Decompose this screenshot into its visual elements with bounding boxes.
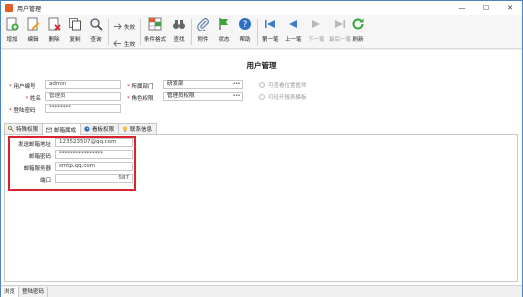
password-field[interactable]: ********: [45, 104, 121, 113]
lightbulb-icon: [123, 126, 128, 132]
role-label: * 角色权限: [127, 96, 154, 102]
toolbar-separator: [191, 19, 192, 45]
login-password-tab[interactable]: 登陆密码: [19, 286, 49, 297]
status-button[interactable]: 状态: [217, 17, 231, 43]
refresh-icon: [352, 18, 364, 30]
tab-special-permissions[interactable]: 特殊权限: [4, 123, 44, 134]
checkbox-icon: [259, 94, 265, 100]
add-document-icon: [6, 17, 19, 31]
grid-format-icon: [148, 17, 162, 31]
dropdown-dots-icon: •••: [232, 81, 241, 87]
copy-button[interactable]: 复制: [68, 17, 82, 43]
invalidate-button[interactable]: 失效: [113, 22, 135, 31]
next-record-button[interactable]: 下一笔: [308, 17, 325, 43]
app-window: 用户管理 — ☐ ✕ 增加 编辑 删除 复制 查询 失效 生效 条件格式 查找 …: [0, 0, 523, 297]
search-icon: [90, 18, 103, 31]
last-record-button[interactable]: 最后一笔: [329, 17, 351, 43]
toolbar-separator: [140, 19, 141, 45]
invalidate-icon: [113, 23, 122, 30]
department-select[interactable]: 研发部 •••: [163, 80, 243, 89]
validate-button[interactable]: 生效: [113, 39, 135, 48]
flag-icon: [219, 18, 228, 30]
tab-dashboard-permissions[interactable]: 看板权限: [80, 123, 120, 134]
validate-icon: [113, 40, 122, 47]
tab-strip: 特殊权限 邮箱属成 看板权限 联系信息: [4, 123, 158, 135]
copy-icon: [69, 18, 81, 31]
browse-tab[interactable]: 浏览: [1, 286, 20, 297]
close-button[interactable]: ✕: [498, 1, 522, 15]
tab-contact-info[interactable]: 联系信息: [118, 123, 158, 134]
edit-button[interactable]: 编辑: [26, 17, 40, 43]
toolbar-separator: [108, 19, 109, 45]
dropdown-dots-icon: •••: [232, 93, 241, 99]
key-icon: [8, 126, 14, 132]
password-label: * 登陆密码: [9, 108, 36, 114]
delete-button[interactable]: 删除: [47, 17, 61, 43]
title-bar: 用户管理 — ☐ ✕: [1, 1, 522, 15]
condition-format-button[interactable]: 条件格式: [144, 17, 166, 43]
help-icon: ?: [239, 18, 251, 30]
next-record-icon: [312, 20, 321, 28]
highlight-box: [8, 136, 136, 191]
checkbox-icon: [259, 82, 265, 88]
page-title: 用户管理: [246, 61, 277, 70]
tab-email-settings[interactable]: 邮箱属成: [42, 123, 82, 135]
mail-icon: [46, 127, 53, 132]
name-label: * 姓名: [25, 96, 41, 102]
add-button[interactable]: 增加: [5, 17, 19, 43]
toolbar-separator: [257, 19, 258, 45]
svg-text:?: ?: [243, 20, 248, 30]
prev-record-button[interactable]: 上一笔: [285, 17, 302, 43]
find-button[interactable]: 查找: [172, 17, 186, 43]
gauge-icon: [84, 126, 90, 132]
toolbar: 增加 编辑 删除 复制 查询 失效 生效 条件格式 查找 附件 状态 ? 帮助 …: [1, 15, 522, 49]
delete-document-icon: [48, 17, 61, 31]
window-controls: — ☐ ✕: [450, 1, 522, 15]
edit-document-icon: [27, 17, 40, 31]
role-select[interactable]: 管理员权限 •••: [163, 92, 243, 101]
prev-record-icon: [289, 20, 298, 28]
form-content: 用户管理 * 用户编号 admin * 姓名 管理员 * 登陆密码 ******…: [1, 50, 522, 285]
view-location-checkbox[interactable]: 可查看位置医师: [259, 81, 307, 89]
maximize-button[interactable]: ☐: [474, 1, 498, 15]
last-record-icon: [335, 20, 345, 28]
refresh-button[interactable]: 刷新: [351, 17, 365, 43]
window-title: 用户管理: [17, 5, 42, 13]
department-label: * 所属部门: [127, 84, 154, 90]
first-record-icon: [265, 20, 276, 28]
paperclip-icon: [197, 18, 209, 31]
binoculars-icon: [173, 20, 185, 29]
query-button[interactable]: 查询: [89, 17, 103, 43]
help-button[interactable]: ? 帮助: [238, 17, 252, 43]
user-code-label: * 用户编号: [9, 84, 36, 90]
report-template-checkbox[interactable]: 可经开报表模板: [259, 93, 307, 101]
user-code-field[interactable]: admin: [45, 80, 121, 89]
bottom-tab-bar: 浏览 登陆密码: [1, 285, 522, 297]
name-field[interactable]: 管理员: [45, 92, 121, 101]
app-icon: [5, 4, 13, 12]
minimize-button[interactable]: —: [450, 1, 474, 15]
first-record-button[interactable]: 第一笔: [262, 17, 279, 43]
attachment-button[interactable]: 附件: [196, 17, 210, 43]
